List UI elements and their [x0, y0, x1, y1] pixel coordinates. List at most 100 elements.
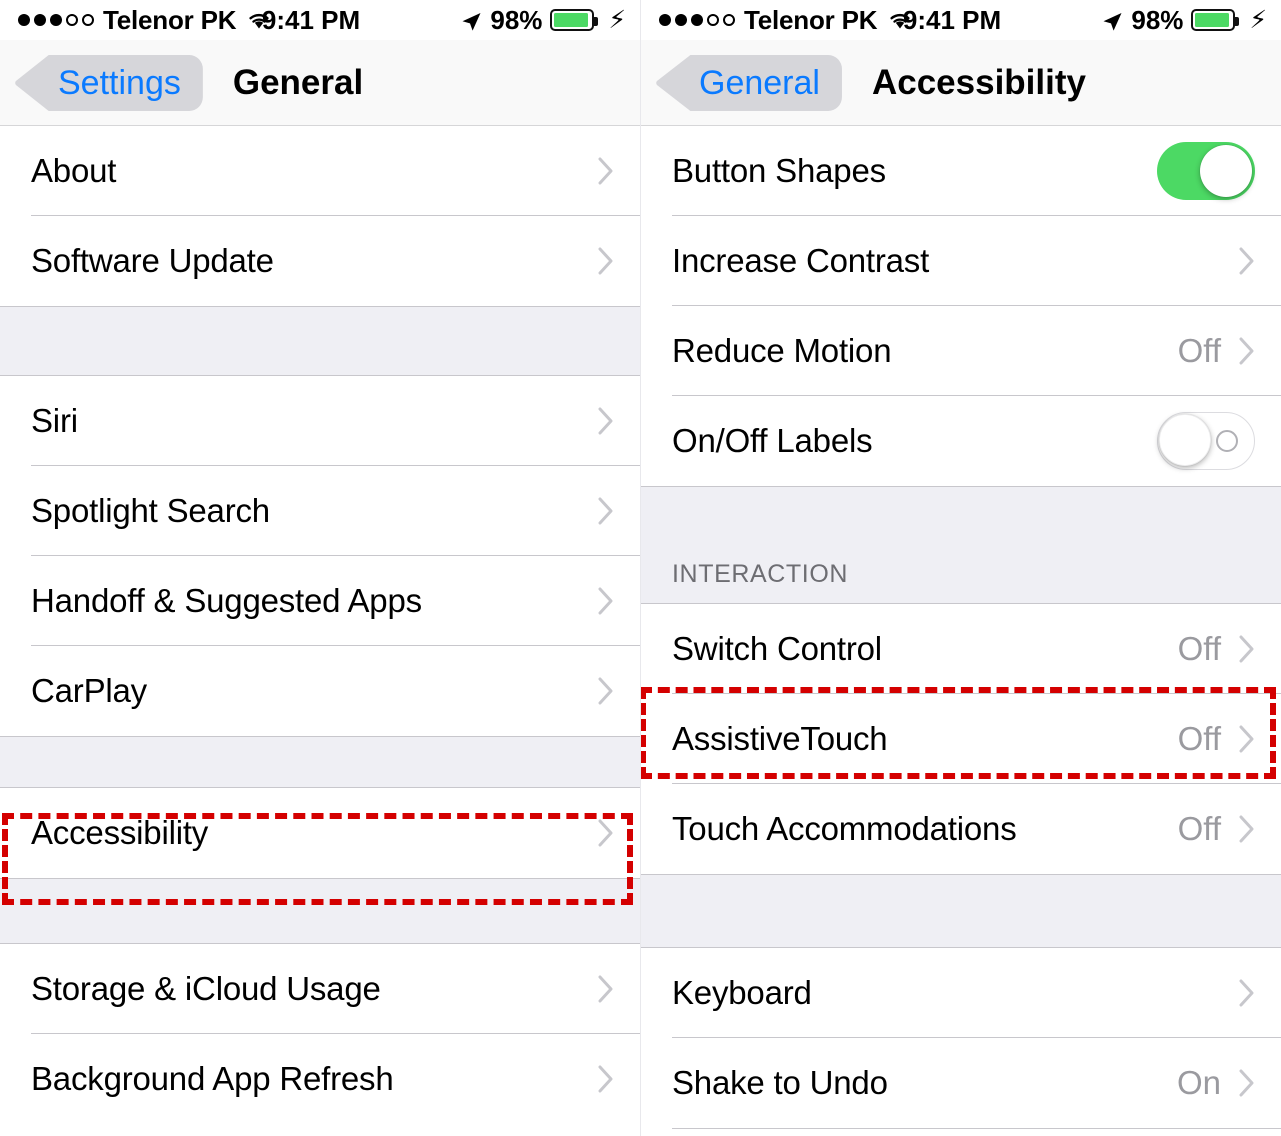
list-bottom-separator [672, 1128, 1281, 1129]
left-phone-screen: Telenor PK 9:41 PM 98% ⚡ Settings Genera… [0, 0, 641, 1136]
row-accessory: Off [1178, 720, 1255, 758]
row-accessory: On [1177, 1064, 1255, 1102]
lightning-bolt-icon: ⚡ [1249, 5, 1267, 34]
list-item-button-shapes[interactable]: Button Shapes [641, 126, 1281, 216]
row-accessory [598, 587, 614, 615]
row-accessory [598, 497, 614, 525]
row-value: Off [1177, 332, 1221, 369]
list-item-software-update[interactable]: Software Update [0, 216, 640, 306]
status-bar-right: Telenor PK 9:41 PM 98% ⚡ [641, 0, 1281, 40]
section-header-interaction: INTERACTION [641, 486, 1281, 604]
status-bar-left-group: Telenor PK [18, 5, 271, 36]
chevron-right-icon [598, 587, 614, 615]
list-item-increase-contrast[interactable]: Increase Contrast [641, 216, 1281, 306]
row-accessory [598, 1065, 614, 1093]
chevron-right-icon [598, 1065, 614, 1093]
row-label: Keyboard [672, 974, 812, 1011]
back-button-settings[interactable]: Settings [14, 54, 203, 111]
chevron-right-icon [1239, 635, 1255, 663]
group-spacer [0, 306, 640, 376]
chevron-right-icon [1239, 815, 1255, 843]
back-button-general[interactable]: General [655, 54, 842, 111]
list-item-assistivetouch[interactable]: AssistiveTouch Off [641, 694, 1281, 784]
lightning-bolt-icon: ⚡ [608, 5, 626, 34]
wifi-icon [888, 11, 912, 30]
row-label: CarPlay [31, 672, 147, 709]
row-label: Button Shapes [672, 152, 886, 189]
settings-list-accessibility: Button Shapes Increase Contrast Reduce M… [641, 126, 1281, 1129]
row-accessory [598, 975, 614, 1003]
list-item-spotlight-search[interactable]: Spotlight Search [0, 466, 640, 556]
location-arrow-icon [460, 9, 482, 31]
battery-icon [550, 9, 599, 31]
list-item-about[interactable]: About [0, 126, 640, 216]
battery-percent-label: 98% [1131, 4, 1184, 35]
list-item-keyboard[interactable]: Keyboard [641, 948, 1281, 1038]
settings-list-general: About Software Update Siri Spotlight Sea… [0, 126, 640, 1124]
signal-strength-icon [18, 14, 94, 26]
section-header-label: INTERACTION [672, 560, 849, 588]
battery-icon [1191, 9, 1240, 31]
row-accessory: Off [1178, 630, 1255, 668]
group-spacer [0, 736, 640, 788]
toggle-knob [1159, 414, 1211, 466]
row-label: Switch Control [672, 630, 882, 667]
button-shapes-toggle[interactable] [1157, 142, 1255, 200]
chevron-right-icon [598, 677, 614, 705]
row-accessory [1239, 979, 1255, 1007]
chevron-right-icon [598, 819, 614, 847]
row-accessory [1239, 247, 1255, 275]
row-accessory [598, 157, 614, 185]
row-label: AssistiveTouch [672, 720, 888, 757]
group-spacer [0, 878, 640, 944]
list-item-siri[interactable]: Siri [0, 376, 640, 466]
row-accessory [1157, 142, 1255, 200]
list-item-accessibility[interactable]: Accessibility [0, 788, 640, 878]
list-item-switch-control[interactable]: Switch Control Off [641, 604, 1281, 694]
list-item-reduce-motion[interactable]: Reduce Motion Off [641, 306, 1281, 396]
row-accessory [598, 819, 614, 847]
row-label: Software Update [31, 242, 274, 279]
list-item-storage-icloud-usage[interactable]: Storage & iCloud Usage [0, 944, 640, 1034]
carrier-name: Telenor PK [103, 4, 237, 35]
row-value: Off [1177, 720, 1221, 757]
row-accessory: Off [1178, 332, 1255, 370]
row-value: On [1176, 1064, 1221, 1101]
page-title-left: General [232, 62, 364, 102]
row-label: Shake to Undo [672, 1064, 888, 1101]
row-label: Siri [31, 402, 78, 439]
toggle-knob [1200, 145, 1252, 197]
back-button-label: General [699, 63, 820, 102]
list-item-touch-accommodations[interactable]: Touch Accommodations Off [641, 784, 1281, 874]
list-item-shake-to-undo[interactable]: Shake to Undo On [641, 1038, 1281, 1128]
row-accessory [598, 407, 614, 435]
on-off-labels-toggle[interactable] [1157, 412, 1255, 470]
row-accessory: Off [1178, 810, 1255, 848]
row-label: Spotlight Search [31, 492, 270, 529]
row-label: About [31, 152, 117, 189]
status-bar-left: Telenor PK 9:41 PM 98% ⚡ [0, 0, 640, 40]
page-title-right: Accessibility [871, 62, 1086, 102]
list-item-background-app-refresh[interactable]: Background App Refresh [0, 1034, 640, 1124]
list-item-handoff-suggested-apps[interactable]: Handoff & Suggested Apps [0, 556, 640, 646]
chevron-right-icon [598, 157, 614, 185]
carrier-name: Telenor PK [744, 4, 878, 35]
battery-percent-label: 98% [490, 4, 543, 35]
chevron-right-icon [1239, 979, 1255, 1007]
row-label: Accessibility [31, 814, 209, 851]
row-value: Off [1177, 810, 1221, 847]
row-label: Handoff & Suggested Apps [31, 582, 422, 619]
row-accessory [598, 247, 614, 275]
list-item-carplay[interactable]: CarPlay [0, 646, 640, 736]
toggle-off-label-icon [1216, 430, 1238, 452]
back-button-label: Settings [58, 63, 181, 102]
row-label: On/Off Labels [672, 422, 873, 459]
chevron-right-icon [1239, 1069, 1255, 1097]
chevron-right-icon [1239, 725, 1255, 753]
row-label: Increase Contrast [672, 242, 930, 279]
chevron-right-icon [598, 497, 614, 525]
list-item-on-off-labels[interactable]: On/Off Labels [641, 396, 1281, 486]
status-bar-left-group: Telenor PK [659, 5, 912, 36]
nav-bar-left: Settings General [0, 40, 640, 126]
row-accessory [598, 677, 614, 705]
